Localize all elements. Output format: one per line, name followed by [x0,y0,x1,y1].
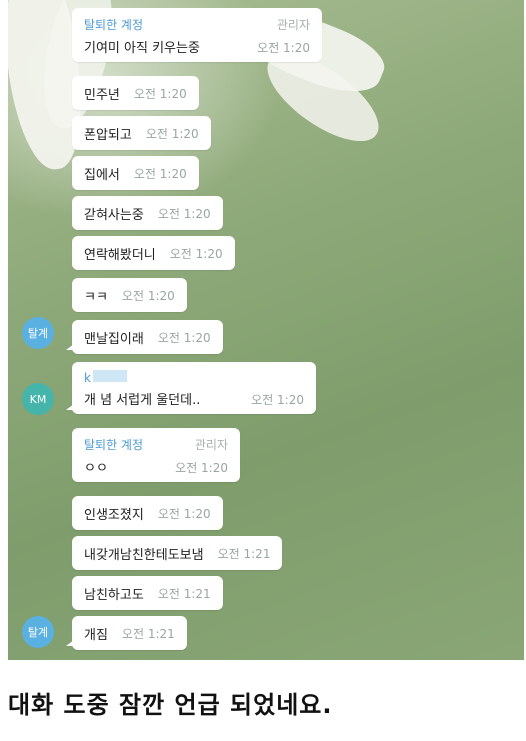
avatar[interactable]: 탈계 [22,317,54,349]
message-text: 연락해봤더니 [84,247,156,263]
message-text: ㅇㅇ [84,461,108,476]
message-text: 개짐 [84,627,108,643]
caption-text: 대화 도중 잠깐 언급 되었네요. [8,691,333,719]
message-time: 오전 1:20 [257,41,310,55]
sender-name: k [84,371,91,385]
message-time: 오전 1:20 [251,393,304,407]
message-bubble[interactable]: 탈퇴한 계정 관리자 ㅇㅇ 오전 1:20 [72,428,240,482]
message-time: 오전 1:21 [217,546,271,561]
message-bubble[interactable]: 남친하고도 오전 1:21 [72,576,223,610]
message-text: 갇혀사는중 [84,207,144,223]
avatar-label: 탈계 [27,327,49,340]
message-text: 기여미 아직 키우는중 [84,41,200,56]
message-text: 민주년 [84,87,120,103]
avatar-label: 탈계 [27,626,49,639]
message-text: 내갖개남친한테도보냄 [84,547,204,563]
avatar-label: KM [29,392,47,406]
sender-name: 탈퇴한 계정 [84,438,144,452]
message-time: 오전 1:21 [157,586,211,601]
message-bubble[interactable]: 맨날집이래 오전 1:20 [66,320,223,354]
message-time: 오전 1:20 [175,461,228,475]
message-text: 개 념 서럽게 울던데.. [84,393,201,408]
message-bubble[interactable]: 탈퇴한 계정 관리자 기여미 아직 키우는중 오전 1:20 [72,8,322,62]
message-text: 폰압되고 [84,127,132,143]
message-time: 오전 1:20 [169,246,223,261]
chat-area: 탈퇴한 계정 관리자 기여미 아직 키우는중 오전 1:20 민주년 오전 1:… [8,0,524,660]
message-bubble[interactable]: 인생조졌지 오전 1:20 [72,496,223,530]
message-text: 집에서 [84,167,120,183]
message-time: 오전 1:20 [157,330,211,345]
sender-name: 탈퇴한 계정 [84,18,144,32]
message-bubble[interactable]: 연락해봤더니 오전 1:20 [72,236,235,270]
message-time: 오전 1:20 [133,86,187,101]
role-badge: 관리자 [276,18,310,32]
avatar[interactable]: 탈계 [22,616,54,648]
message-bubble[interactable]: 내갖개남친한테도보냄 오전 1:21 [72,536,283,570]
message-time: 오전 1:20 [133,166,187,181]
message-bubble[interactable]: 폰압되고 오전 1:20 [72,116,211,150]
redacted-name [92,370,127,382]
message-bubble[interactable]: 갇혀사는중 오전 1:20 [72,196,223,230]
message-bubble[interactable]: 민주년 오전 1:20 [72,76,199,110]
message-text: 맨날집이래 [84,331,144,347]
message-bubble[interactable]: 개짐 오전 1:21 [66,616,187,650]
message-time: 오전 1:20 [121,288,175,303]
message-text: 인생조졌지 [84,507,144,523]
message-bubble[interactable]: k 개 념 서럽게 울던데.. 오전 1:20 [66,362,316,414]
message-time: 오전 1:20 [157,506,211,521]
message-text: 남친하고도 [84,587,144,603]
message-time: 오전 1:20 [157,206,211,221]
avatar[interactable]: KM [22,383,54,415]
message-time: 오전 1:21 [121,626,175,641]
message-bubble[interactable]: 집에서 오전 1:20 [72,156,199,190]
message-bubble[interactable]: ㅋㅋ 오전 1:20 [72,278,187,312]
message-text: ㅋㅋ [84,289,108,305]
role-badge: 관리자 [194,438,228,452]
message-time: 오전 1:20 [145,126,199,141]
